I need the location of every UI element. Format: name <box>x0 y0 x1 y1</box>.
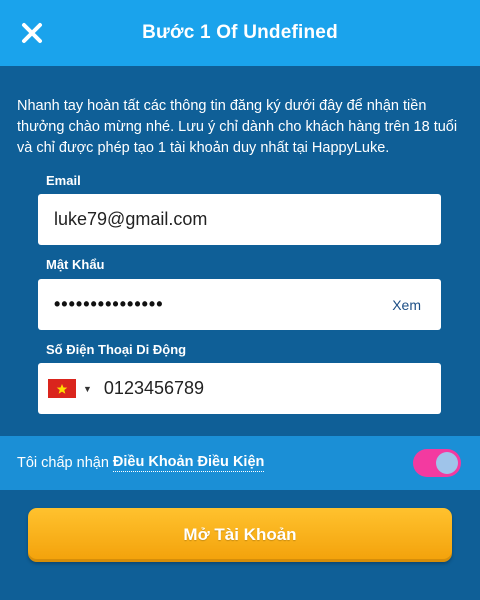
terms-link[interactable]: Điều Khoản Điều Kiện <box>112 454 265 472</box>
phone-label: Số Điện Thoại Di Động <box>46 342 187 357</box>
terms-toggle[interactable] <box>413 449 461 477</box>
close-button[interactable] <box>18 19 46 47</box>
email-label: Email <box>46 173 81 188</box>
email-field-box <box>38 194 441 245</box>
registration-form: Nhanh tay hoàn tất các thông tin đăng ký… <box>0 66 480 436</box>
password-field-box: ••••••••••••••• Xem <box>38 279 441 330</box>
page-title: Bước 1 Of Undefined <box>142 22 338 43</box>
open-account-button[interactable]: Mở Tài Khoản <box>28 508 452 562</box>
country-selector[interactable]: ▼ <box>38 379 92 398</box>
show-password-button[interactable]: Xem <box>392 297 441 313</box>
email-field[interactable] <box>38 209 441 230</box>
terms-bar: Tôi chấp nhận Điều Khoản Điều Kiện <box>0 436 480 490</box>
vietnam-flag-icon <box>48 379 76 398</box>
phone-field-box: ▼ <box>38 363 441 414</box>
close-icon <box>22 23 42 43</box>
password-label: Mật Khẩu <box>46 257 105 272</box>
chevron-down-icon: ▼ <box>83 383 92 394</box>
phone-field[interactable] <box>91 378 441 399</box>
password-field[interactable]: ••••••••••••••• <box>38 294 392 315</box>
intro-text: Nhanh tay hoàn tất các thông tin đăng ký… <box>17 98 458 156</box>
header-bar: Bước 1 Of Undefined <box>0 0 480 66</box>
footer: Mở Tài Khoản <box>0 490 480 600</box>
terms-text: Tôi chấp nhận <box>17 455 109 471</box>
toggle-knob <box>436 452 458 474</box>
